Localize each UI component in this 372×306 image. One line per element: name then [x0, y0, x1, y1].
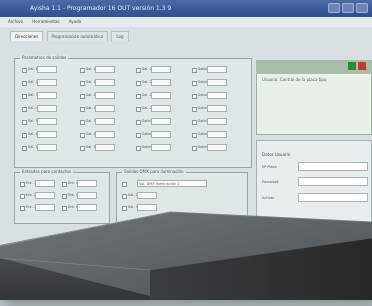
programmer-device-image [0, 211, 372, 300]
